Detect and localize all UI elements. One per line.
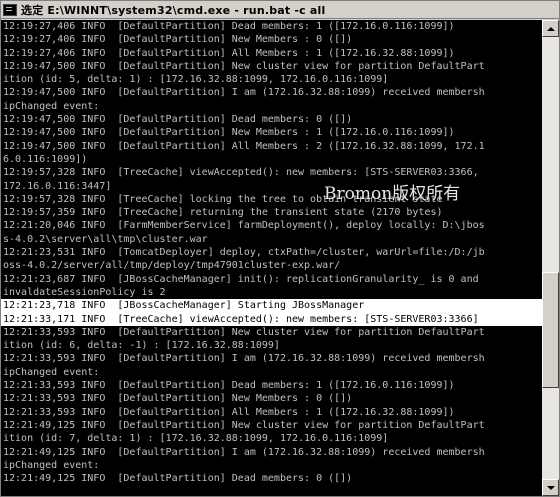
console-output[interactable]: 12:19:27,406 INFO [DefaultPartition] Dea… xyxy=(1,20,542,496)
vertical-scrollbar[interactable] xyxy=(542,20,559,496)
cmd-console-icon[interactable] xyxy=(3,3,17,16)
cmd-window: 选定 E:\WINNT\system32\cmd.exe - run.bat -… xyxy=(0,0,560,497)
console-line: 12:21:20,046 INFO [FarmMemberService] fa… xyxy=(3,220,485,232)
console-line: ipChanged event: xyxy=(3,100,100,112)
console-line: 12:21:49,125 INFO [DefaultPartition] New… xyxy=(3,419,485,431)
console-line: 12:21:23,687 INFO [JBossCacheManager] in… xyxy=(3,273,479,285)
console-line: invaldateSessionPolicy is 2 xyxy=(3,286,166,298)
console-line: 172.16.0.116:3447] xyxy=(3,180,112,192)
console-line: 12:21:33,593 INFO [DefaultPartition] Dea… xyxy=(3,380,455,392)
console-line: 12:21:49,125 INFO [DefaultPartition] Dea… xyxy=(3,473,353,485)
console-line: 12:19:57,359 INFO [TreeCache] returning … xyxy=(3,207,443,219)
console-line: 6.0.116:1099]) xyxy=(3,153,88,165)
console-line: ition (id: 6, delta: -1) : [172.16.32.88… xyxy=(3,340,280,352)
scroll-down-button[interactable] xyxy=(542,479,559,496)
console-line: 12:19:47,500 INFO [DefaultPartition] I a… xyxy=(3,87,485,99)
console-line: 12:21:23,531 INFO [TomcatDeployer] deplo… xyxy=(3,247,485,259)
console-line: 12:19:27,406 INFO [DefaultPartition] Dea… xyxy=(3,21,455,32)
console-line: 12:21:23,718 INFO [JBossCacheManager] St… xyxy=(1,299,542,313)
console-line: 12:21:33,171 INFO [TreeCache] viewAccept… xyxy=(1,312,542,326)
console-line: 12:19:57,328 INFO [TreeCache] locking th… xyxy=(3,193,443,205)
console-line: ition (id: 7, delta: 1) : [172.16.32.88:… xyxy=(3,433,389,445)
window-title: 选定 E:\WINNT\system32\cmd.exe - run.bat -… xyxy=(21,3,326,17)
console-line: 12:19:27,406 INFO [DefaultPartition] New… xyxy=(3,34,353,46)
scroll-up-button[interactable] xyxy=(542,20,559,37)
watermark: Bromon版权所有 xyxy=(324,184,461,204)
console-line: 12:19:47,500 INFO [DefaultPartition] Dea… xyxy=(3,114,353,126)
console-line: 12:19:47,500 INFO [DefaultPartition] New… xyxy=(3,60,485,72)
console-line: ition (id: 5, delta: 1) : [172.16.32.88:… xyxy=(3,74,389,86)
console-line: 12:21:33,593 INFO [DefaultPartition] New… xyxy=(3,393,353,405)
console-line: oss-4.0.2/server/all/tmp/deploy/tmp47901… xyxy=(3,260,341,272)
title-bar[interactable]: 选定 E:\WINNT\system32\cmd.exe - run.bat -… xyxy=(1,1,559,19)
console-line: 12:19:27,406 INFO [DefaultPartition] All… xyxy=(3,47,455,59)
arrow-down-icon xyxy=(547,486,555,490)
console-line: 12:19:47,500 INFO [DefaultPartition] All… xyxy=(3,140,485,152)
console-line: ipChanged event: xyxy=(3,366,100,378)
scrollbar-thumb[interactable] xyxy=(542,272,559,388)
console-line: 12:21:33,593 INFO [DefaultPartition] New… xyxy=(3,326,485,338)
console-line: 12:21:33,593 INFO [DefaultPartition] All… xyxy=(3,406,455,418)
arrow-up-icon xyxy=(547,27,555,31)
console-line: ipChanged event: xyxy=(3,459,100,471)
console-line: 12:21:49,125 INFO [DefaultPartition] I a… xyxy=(3,446,485,458)
console-line: 12:19:57,328 INFO [TreeCache] viewAccept… xyxy=(3,167,479,179)
console-line: 12:19:47,500 INFO [DefaultPartition] New… xyxy=(3,127,455,139)
console-line: 12:21:33,593 INFO [DefaultPartition] I a… xyxy=(3,353,485,365)
console-line: s-4.0.2\server\all\tmp\cluster.war xyxy=(3,233,208,245)
